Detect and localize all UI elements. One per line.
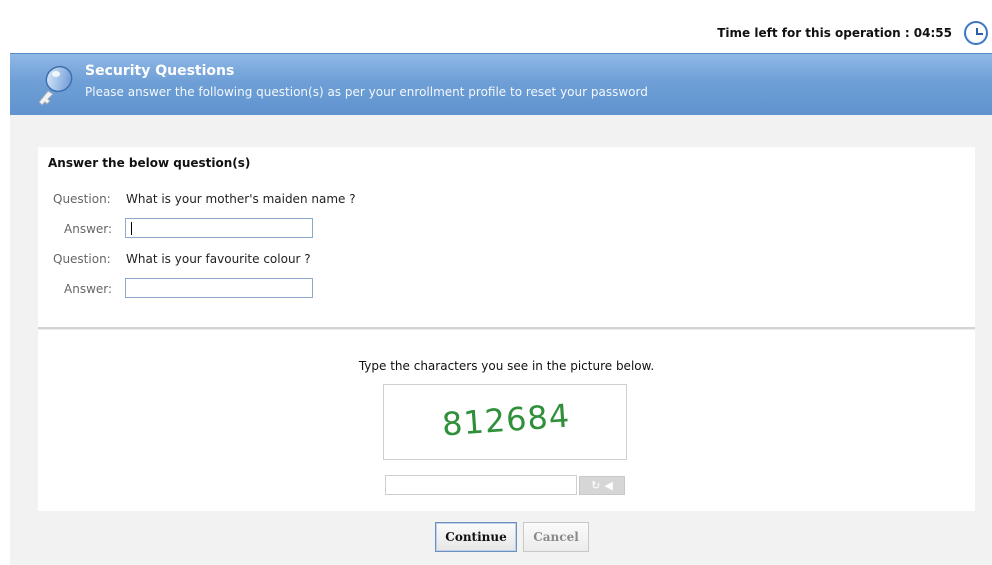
captcha-input[interactable] xyxy=(385,475,577,495)
key-icon xyxy=(38,65,73,106)
answer-label: Answer: xyxy=(64,222,113,236)
timer-bar: Time left for this operation : 04:55 xyxy=(717,16,988,50)
question-text-2: What is your favourite colour ? xyxy=(126,252,311,266)
captcha-tools: ↻ ◀ xyxy=(579,476,625,495)
refresh-icon[interactable]: ↻ xyxy=(591,480,600,491)
page-header: Security Questions Please answer the fol… xyxy=(10,53,992,116)
divider xyxy=(38,327,975,330)
section-title: Answer the below question(s) xyxy=(48,156,251,170)
page-subtitle: Please answer the following question(s) … xyxy=(85,85,648,99)
page-title: Security Questions xyxy=(85,63,235,79)
question-text-1: What is your mother's maiden name ? xyxy=(126,192,356,206)
captcha-characters: 812684 xyxy=(440,396,572,444)
answer-input-1[interactable] xyxy=(125,218,313,238)
continue-button[interactable]: Continue xyxy=(435,522,517,552)
audio-icon[interactable]: ◀ xyxy=(604,480,612,491)
captcha-prompt: Type the characters you see in the pictu… xyxy=(358,359,655,373)
text-caret xyxy=(131,222,132,235)
cancel-button[interactable]: Cancel xyxy=(523,522,589,552)
answer-label: Answer: xyxy=(64,282,113,296)
answer-input-2[interactable] xyxy=(125,278,313,298)
captcha-image: 812684 xyxy=(383,384,627,460)
question-label: Question: xyxy=(53,252,111,266)
question-label: Question: xyxy=(53,192,111,206)
clock-icon xyxy=(964,21,988,45)
timer-label: Time left for this operation : 04:55 xyxy=(717,26,952,40)
form-panel: Answer the below question(s) Question: W… xyxy=(38,147,975,511)
